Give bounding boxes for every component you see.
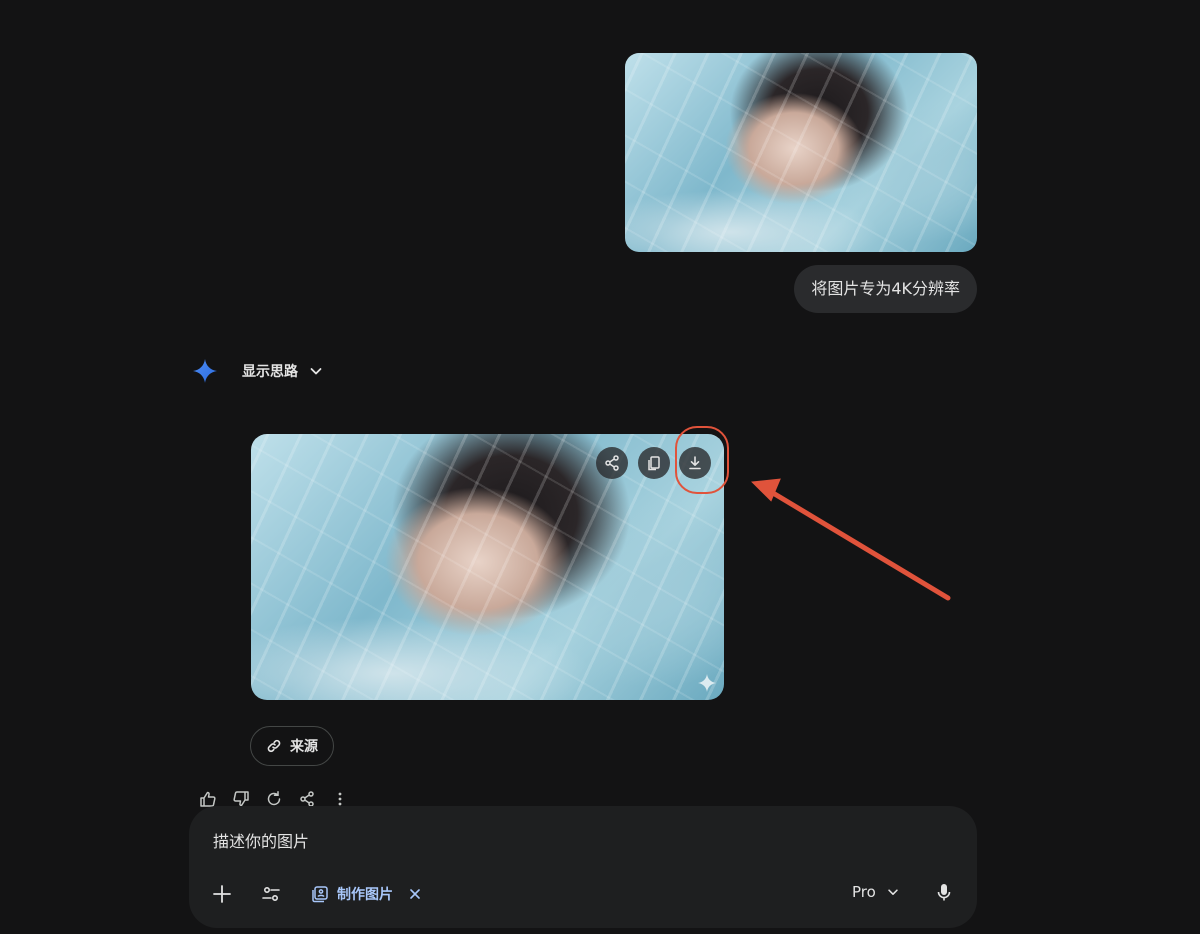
ai-watermark-sparkle-icon — [698, 674, 716, 692]
annotation-arrow — [751, 478, 951, 601]
microphone-icon[interactable] — [935, 882, 953, 904]
image-generate-icon — [311, 885, 329, 903]
add-icon[interactable] — [211, 883, 233, 905]
gemini-sparkle-icon — [193, 359, 217, 383]
model-label: Pro — [852, 883, 876, 901]
link-icon — [266, 738, 282, 754]
user-uploaded-image[interactable] — [625, 53, 977, 252]
sources-label: 来源 — [290, 739, 318, 755]
tools-settings-icon[interactable] — [261, 884, 281, 904]
sources-button[interactable]: 来源 — [250, 726, 334, 766]
close-icon[interactable] — [409, 888, 421, 900]
chevron-down-icon — [886, 885, 900, 899]
show-thinking-label: 显示思路 — [242, 364, 298, 380]
user-message-text: 将图片专为4K分辨率 — [811, 279, 960, 298]
show-thinking-toggle[interactable]: 显示思路 — [242, 360, 324, 382]
prompt-input[interactable]: 描述你的图片 — [213, 828, 953, 852]
share-image-button[interactable] — [596, 447, 628, 479]
model-selector[interactable]: Pro — [852, 883, 900, 901]
user-message-bubble: 将图片专为4K分辨率 — [794, 265, 977, 313]
copy-icon — [645, 454, 663, 472]
make-image-tool-chip[interactable]: 制作图片 — [311, 884, 421, 904]
prompt-composer: 描述你的图片 制作图片 Pro — [189, 806, 977, 928]
share-icon — [603, 454, 621, 472]
chevron-down-icon — [308, 363, 324, 379]
annotation-highlight-circle — [675, 426, 729, 494]
make-image-label: 制作图片 — [337, 887, 393, 903]
copy-image-button[interactable] — [638, 447, 670, 479]
